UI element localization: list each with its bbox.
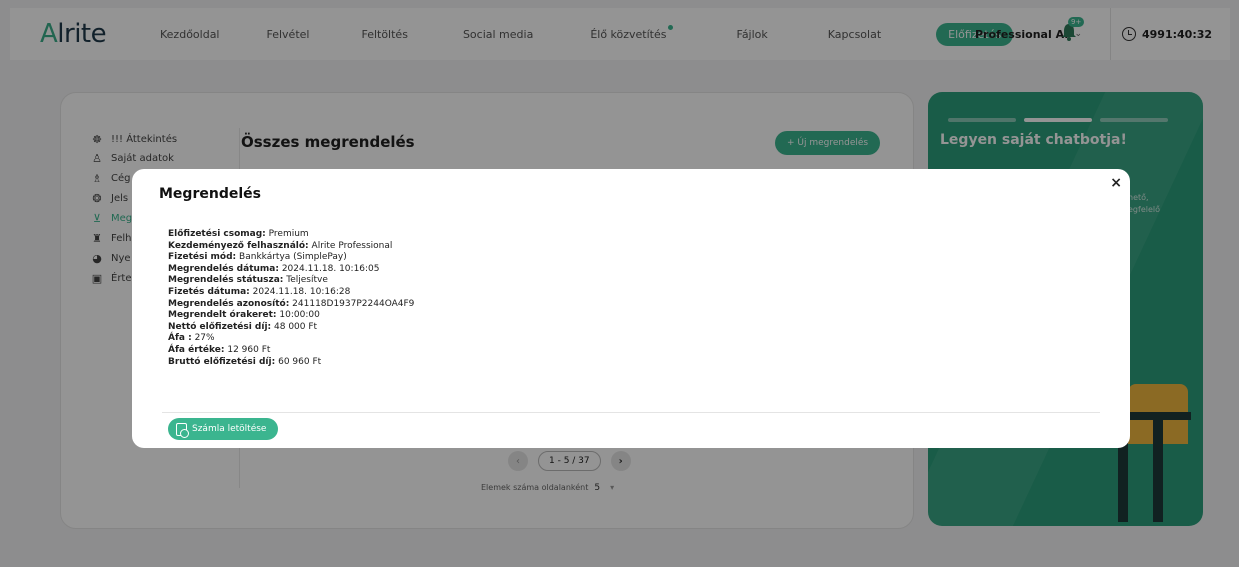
detail-label: Áfa : <box>168 333 192 344</box>
detail-label: Megrendelt órakeret: <box>168 310 277 321</box>
detail-row-net-fee: Nettó előfizetési díj: 48 000 Ft <box>168 322 414 334</box>
detail-value: 27% <box>194 333 215 344</box>
detail-value: Premium <box>268 229 309 239</box>
detail-label: Megrendelés státusza: <box>168 275 284 286</box>
detail-row-payment-method: Fizetési mód: Bankkártya (SimplePay) <box>168 252 414 264</box>
detail-label: Fizetési mód: <box>168 252 237 263</box>
detail-row-package: Előfizetési csomag: Premium <box>168 229 414 241</box>
detail-value: 241118D1937P2244OA4F9 <box>292 298 415 309</box>
modal-title: Megrendelés <box>159 186 261 202</box>
detail-value: 2024.11.18. 10:16:05 <box>281 263 380 274</box>
detail-value: Teljesítve <box>286 275 328 286</box>
detail-value: Alrite Professional <box>311 240 393 251</box>
detail-label: Fizetés dátuma: <box>168 286 250 297</box>
detail-row-hours: Megrendelt órakeret: 10:00:00 <box>168 310 414 322</box>
detail-label: Bruttó előfizetési díj: <box>168 356 276 367</box>
download-invoice-button[interactable]: Számla letöltése <box>168 418 279 440</box>
detail-row-order-id: Megrendelés azonosító: 241118D1937P2244O… <box>168 299 414 311</box>
close-icon[interactable]: × <box>1110 175 1122 191</box>
detail-value: 12 960 Ft <box>227 344 271 355</box>
detail-row-payment-date: Fizetés dátuma: 2024.11.18. 10:16:28 <box>168 287 414 299</box>
download-invoice-label: Számla letöltése <box>192 424 267 434</box>
detail-label: Áfa értéke: <box>168 344 225 355</box>
detail-row-gross-fee: Bruttó előfizetési díj: 60 960 Ft <box>168 357 414 369</box>
order-details-modal: Megrendelés × Előfizetési csomag: Premiu… <box>132 169 1130 448</box>
detail-row-order-status: Megrendelés státusza: Teljesítve <box>168 275 414 287</box>
detail-label: Megrendelés azonosító: <box>168 298 290 309</box>
detail-value: 48 000 Ft <box>274 321 318 332</box>
detail-label: Kezdeményező felhasználó: <box>168 240 309 251</box>
modal-divider <box>162 412 1100 413</box>
detail-label: Előfizetési csomag: <box>168 229 266 239</box>
detail-row-vat: Áfa : 27% <box>168 333 414 345</box>
detail-row-vat-amount: Áfa értéke: 12 960 Ft <box>168 345 414 357</box>
detail-value: 60 960 Ft <box>278 356 322 367</box>
detail-value: Bankkártya (SimplePay) <box>239 252 347 263</box>
detail-row-order-date: Megrendelés dátuma: 2024.11.18. 10:16:05 <box>168 264 414 276</box>
detail-row-initiator: Kezdeményező felhasználó: Alrite Profess… <box>168 241 414 253</box>
order-details: Előfizetési csomag: Premium Kezdeményező… <box>168 229 414 368</box>
detail-value: 2024.11.18. 10:16:28 <box>252 286 351 297</box>
detail-label: Megrendelés dátuma: <box>168 263 279 274</box>
invoice-download-icon <box>176 422 189 438</box>
detail-value: 10:00:00 <box>279 310 320 321</box>
detail-label: Nettó előfizetési díj: <box>168 321 272 332</box>
